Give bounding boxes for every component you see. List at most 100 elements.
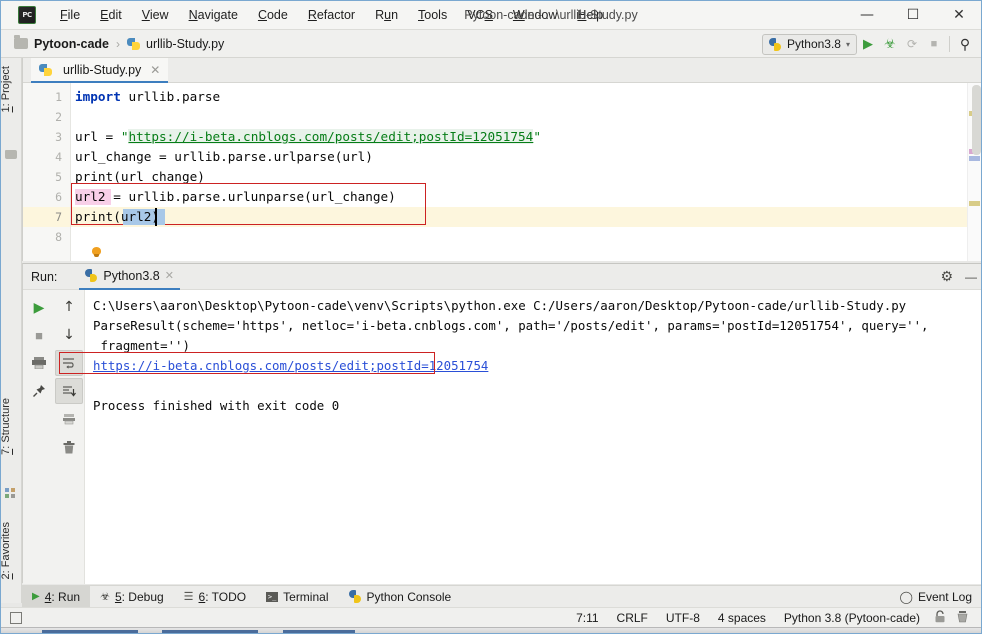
run-configuration-selector[interactable]: Python3.8 ▾: [761, 33, 857, 55]
tab-python-console-label: Python Console: [366, 589, 452, 604]
line-separator[interactable]: CRLF: [608, 611, 657, 625]
menu-item-run[interactable]: Run: [365, 5, 408, 25]
sidebar-item-favorites[interactable]: 2: Favorites: [0, 518, 22, 583]
tab-python-console[interactable]: Python Console: [339, 586, 462, 608]
menu-item-window[interactable]: Window: [503, 5, 567, 25]
url-string-literal[interactable]: https://i-beta.cnblogs.com/posts/edit;po…: [128, 129, 534, 144]
scroll-to-end-button[interactable]: [55, 378, 83, 404]
line-number: 8: [55, 230, 62, 244]
caret-position[interactable]: 7:11: [567, 611, 607, 625]
down-stacktrace-button[interactable]: ↓: [55, 322, 83, 348]
editor-tab-urllib-study[interactable]: urllib-Study.py ✕: [31, 58, 169, 83]
tab-run-label: 4: Run: [44, 589, 81, 604]
breadcrumb-file[interactable]: urllib-Study.py: [146, 37, 224, 51]
code-text-span: print(url_change): [75, 169, 205, 184]
menu-item-help[interactable]: Help: [567, 5, 613, 25]
minimize-button[interactable]: —: [844, 0, 890, 30]
maximize-button[interactable]: ☐: [890, 0, 936, 30]
file-encoding[interactable]: UTF-8: [657, 611, 709, 625]
line-number: 6: [55, 190, 62, 204]
editor-scrollbar[interactable]: [967, 83, 982, 261]
console-hyperlink[interactable]: https://i-beta.cnblogs.com/posts/edit;po…: [93, 358, 488, 373]
terminal-icon: >_: [266, 591, 279, 602]
search-everywhere-icon[interactable]: ⚲: [954, 32, 976, 56]
sidebar-item-project[interactable]: 1: Project: [0, 62, 22, 116]
trash-button[interactable]: [55, 434, 83, 460]
quote-close: ": [533, 129, 541, 144]
menu-item-file[interactable]: File: [50, 5, 90, 25]
inspection-icon-svg: [957, 610, 968, 622]
code-text-span: url =: [75, 129, 121, 144]
scroll-end-icon-svg: [63, 386, 76, 397]
event-log-button[interactable]: ◯ Event Log: [900, 590, 972, 604]
close-icon[interactable]: ✕: [165, 269, 174, 282]
navbar-right-toolbar: Python3.8 ▾ ▶ ☣ ⟳ ■ ⚲: [761, 30, 976, 58]
menu-item-refactor[interactable]: Refactor: [298, 5, 365, 25]
inspection-icon[interactable]: [951, 610, 974, 626]
menu-item-view[interactable]: View: [132, 5, 179, 25]
pin-icon-svg: [33, 385, 45, 397]
gear-icon[interactable]: ⚙: [940, 269, 953, 285]
python-file-icon: [39, 63, 53, 77]
tab-debug-label: 5: Debug: [114, 589, 164, 604]
window-controls: — ☐ ✕: [844, 0, 982, 30]
print-icon-svg: [32, 357, 46, 369]
print-button[interactable]: [25, 350, 53, 376]
scrollbar-thumb[interactable]: [972, 85, 981, 155]
menu-item-edit[interactable]: Edit: [90, 5, 132, 25]
python-interpreter[interactable]: Python 3.8 (Pytoon-cade): [775, 611, 929, 625]
sidebar-item-structure[interactable]: 7: Structure: [0, 394, 22, 459]
minimize-icon[interactable]: —: [965, 270, 977, 284]
line-number-current: 7: [23, 207, 70, 227]
taskbar-window-item[interactable]: [42, 630, 138, 634]
menu-item-vcs[interactable]: VCS: [457, 5, 503, 25]
soft-wrap-icon-svg: [63, 358, 74, 369]
pin-tab-button[interactable]: [25, 378, 53, 404]
code-line-5: print(url_change): [71, 167, 968, 187]
run-tab-python38[interactable]: Python3.8 ✕: [79, 264, 180, 290]
scrollbar-marker-warning[interactable]: [969, 201, 980, 206]
structure-icon-svg: [5, 488, 15, 498]
stop-button[interactable]: ■: [923, 32, 945, 56]
lock-icon[interactable]: [929, 609, 951, 626]
menu-item-code[interactable]: Code: [248, 5, 298, 25]
console-output[interactable]: C:\Users\aaron\Desktop\Pytoon-cade\venv\…: [85, 290, 982, 584]
toggle-toolwindows-icon[interactable]: [10, 611, 22, 624]
code-line-3: url = "https://i-beta.cnblogs.com/posts/…: [71, 127, 968, 147]
intention-lightbulb-icon[interactable]: [91, 247, 102, 258]
scrollbar-marker-change[interactable]: [969, 156, 980, 161]
indent-setting[interactable]: 4 spaces: [709, 611, 775, 625]
close-icon[interactable]: ✕: [150, 63, 160, 77]
todo-icon: ☰: [183, 591, 194, 603]
menu-item-navigate[interactable]: Navigate: [179, 5, 248, 25]
tab-todo[interactable]: ☰ 6: TODO: [174, 586, 256, 608]
stop-button[interactable]: ■: [25, 322, 53, 348]
clear-all-button[interactable]: [55, 406, 83, 432]
pycharm-logo-icon: PC: [18, 5, 36, 24]
tab-debug[interactable]: ☣ 5: Debug: [90, 586, 174, 608]
up-stacktrace-button[interactable]: ↑: [55, 294, 83, 320]
tab-terminal[interactable]: >_ Terminal: [256, 586, 338, 608]
rerun-button[interactable]: ▶: [25, 294, 53, 320]
python-console-icon: [348, 590, 362, 603]
taskbar-window-item[interactable]: [162, 630, 258, 634]
run-coverage-button[interactable]: ⟳: [901, 32, 923, 56]
run-button[interactable]: ▶: [857, 32, 879, 56]
structure-icon: [5, 486, 17, 498]
run-configuration-label: Python3.8: [786, 37, 841, 51]
editor-area: urllib-Study.py ✕ 1 2 3 4 5 6 7 8 import…: [22, 58, 982, 261]
taskbar-window-item[interactable]: [283, 630, 355, 634]
breadcrumb-project[interactable]: Pytoon-cade: [34, 37, 109, 51]
menu-item-tools[interactable]: Tools: [408, 5, 457, 25]
debug-icon: ☣: [100, 591, 110, 603]
soft-wrap-button[interactable]: [55, 350, 83, 376]
debug-button[interactable]: ☣: [879, 32, 901, 56]
bottom-tool-tabs: ▶ 4: Run ☣ 5: Debug ☰ 6: TODO >_ Termina…: [22, 585, 982, 608]
run-window-label: Run:: [31, 269, 58, 284]
tab-run[interactable]: ▶ 4: Run: [22, 585, 91, 608]
close-button[interactable]: ✕: [936, 0, 982, 30]
code-text[interactable]: import urllib.parse url = "https://i-bet…: [71, 83, 968, 261]
code-line-1: import urllib.parse: [71, 87, 968, 107]
